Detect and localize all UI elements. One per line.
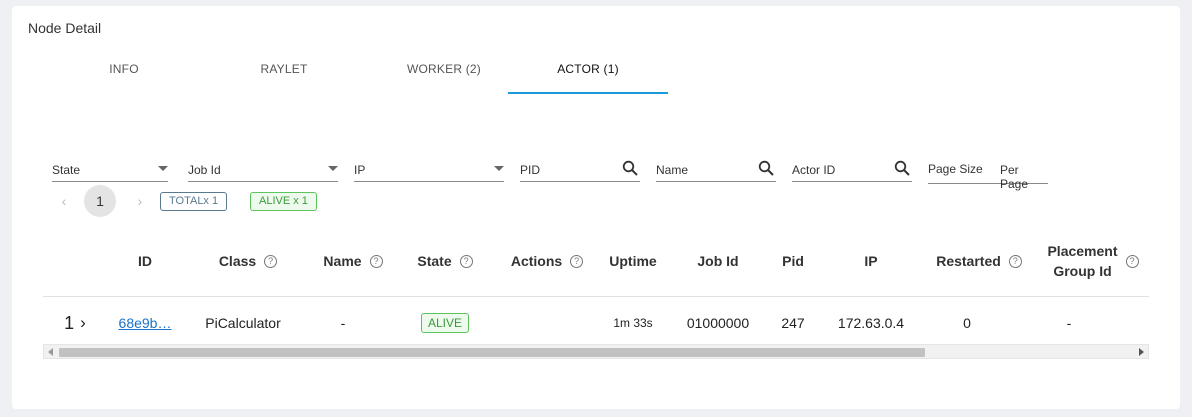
actor-id-filter-input[interactable]: Actor ID — [792, 152, 912, 182]
state-cell: ALIVE — [395, 297, 495, 349]
col-header-id[interactable]: ID — [115, 232, 175, 290]
col-header-class-label: Class — [218, 253, 257, 269]
tab-actor[interactable]: ACTOR (1) — [508, 54, 668, 94]
ip-filter-select[interactable]: IP — [354, 152, 504, 182]
row-expand-toggle[interactable]: 1 › — [57, 297, 93, 349]
pid-cell: 247 — [781, 315, 805, 331]
restarted-cell: 0 — [963, 315, 971, 331]
job-id-filter-select[interactable]: Job Id — [188, 152, 338, 182]
col-header-uptime-label: Uptime — [609, 253, 657, 269]
placement-line-2: Group Id — [1053, 263, 1112, 279]
tab-worker[interactable]: WORKER (2) — [364, 54, 524, 94]
actor-id-link[interactable]: 68e9b… — [119, 315, 172, 331]
help-icon[interactable]: ? — [369, 254, 383, 268]
placement-line-1: Placement — [1047, 243, 1118, 259]
page-size-input[interactable]: Page Size Per Page — [928, 152, 1048, 191]
pid-filter-input[interactable]: PID — [520, 152, 640, 182]
name-cell: - — [340, 315, 346, 331]
node-detail-card: Node Detail INFO RAYLET WORKER (2) ACTOR… — [12, 6, 1180, 409]
help-icon[interactable]: ? — [1008, 254, 1022, 268]
col-header-name-label: Name — [323, 253, 362, 269]
col-header-restarted[interactable]: Restarted? — [919, 232, 1039, 290]
help-icon[interactable]: ? — [459, 254, 473, 268]
state-filter-select[interactable]: State — [52, 152, 168, 182]
job-id-filter-label: Job Id — [188, 163, 221, 177]
help-icon[interactable]: ? — [264, 254, 278, 268]
col-header-actions[interactable]: Actions? — [487, 232, 607, 290]
per-page-placeholder: Per Page — [1000, 163, 1029, 191]
name-filter-input[interactable]: Name — [656, 152, 776, 182]
page-title: Node Detail — [28, 20, 102, 36]
chevron-down-icon — [494, 166, 504, 171]
help-icon[interactable]: ? — [1125, 254, 1139, 268]
total-count-badge: TOTALx 1 — [160, 192, 228, 211]
actor-id-filter-label: Actor ID — [792, 163, 836, 177]
page-1-button[interactable]: 1 — [84, 185, 116, 217]
horizontal-scrollbar[interactable] — [43, 344, 1149, 359]
uptime-cell: 1m 33s — [613, 316, 653, 330]
pid-filter-label: PID — [520, 163, 541, 177]
state-badge: ALIVE — [420, 313, 470, 333]
col-header-ip-label: IP — [864, 253, 878, 269]
col-header-restarted-label: Restarted — [936, 253, 1001, 269]
actor-id-cell[interactable]: 68e9b… — [115, 297, 175, 349]
actions-cell — [487, 297, 607, 349]
search-icon[interactable] — [894, 160, 910, 176]
col-header-class[interactable]: Class? — [193, 232, 303, 290]
help-icon[interactable]: ? — [570, 254, 584, 268]
row-index: 1 — [64, 312, 75, 333]
col-header-uptime[interactable]: Uptime — [593, 232, 673, 290]
search-icon[interactable] — [622, 160, 638, 176]
prev-page-button[interactable]: ‹ — [56, 193, 72, 209]
col-header-state[interactable]: State? — [395, 232, 495, 290]
col-header-job-id[interactable]: Job Id — [673, 232, 763, 290]
col-header-pid[interactable]: Pid — [763, 232, 823, 290]
col-header-pid-label: Pid — [782, 253, 804, 269]
scroll-right-icon[interactable] — [1139, 348, 1144, 356]
ip-filter-label: IP — [354, 163, 366, 177]
next-page-button[interactable]: › — [132, 193, 148, 209]
chevron-down-icon — [328, 166, 338, 171]
search-icon[interactable] — [758, 160, 774, 176]
col-header-ip[interactable]: IP — [823, 232, 919, 290]
alive-count-badge: ALIVE x 1 — [250, 192, 317, 211]
tab-bar: INFO RAYLET WORKER (2) ACTOR (1) — [28, 54, 668, 94]
col-header-state-label: State — [417, 253, 452, 269]
ip-cell: 172.63.0.4 — [837, 315, 905, 331]
class-cell: PiCalculator — [205, 315, 281, 331]
col-header-placement-group[interactable]: Placement Group Id ? — [1039, 232, 1147, 290]
job-id-cell: 01000000 — [686, 315, 750, 331]
name-filter-label: Name — [656, 163, 689, 177]
placement-group-cell: - — [1066, 315, 1072, 331]
table-row: 1 › 68e9b… PiCalculator - ALIVE 1m 33s 0… — [43, 297, 1149, 349]
col-header-placement-group-label: Placement Group Id — [1047, 241, 1117, 281]
scrollbar-thumb[interactable] — [59, 348, 925, 357]
scroll-left-icon[interactable] — [48, 348, 53, 356]
chevron-right-icon[interactable]: › — [80, 313, 86, 333]
col-header-job-id-label: Job Id — [697, 253, 739, 269]
col-header-id-label: ID — [138, 253, 152, 269]
state-filter-label: State — [52, 163, 81, 177]
col-header-name[interactable]: Name? — [303, 232, 403, 290]
tab-info[interactable]: INFO — [44, 54, 204, 94]
tab-raylet[interactable]: RAYLET — [204, 54, 364, 94]
col-header-actions-label: Actions — [510, 253, 563, 269]
chevron-down-icon — [158, 166, 168, 171]
